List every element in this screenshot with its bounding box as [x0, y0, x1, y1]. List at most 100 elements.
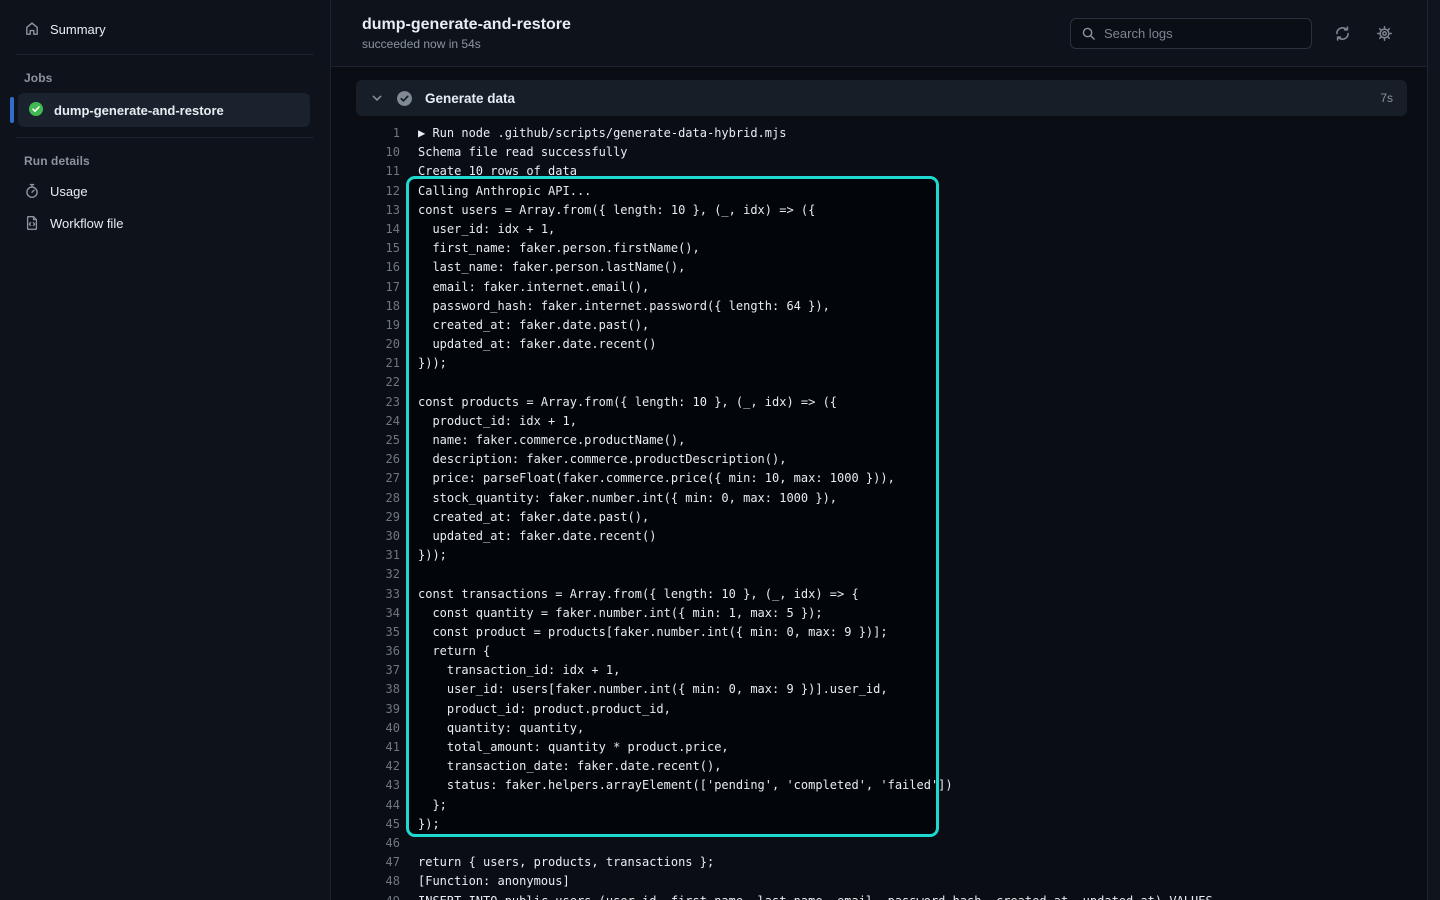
log-line-text: first_name: faker.person.firstName(), [400, 239, 700, 258]
log-line: 33const transactions = Array.from({ leng… [356, 585, 1407, 604]
log-line: 14 user_id: idx + 1, [356, 220, 1407, 239]
log-line-text: updated_at: faker.date.recent() [400, 335, 656, 354]
log-line: 42 transaction_date: faker.date.recent()… [356, 757, 1407, 776]
log-line-number[interactable]: 19 [356, 316, 400, 335]
log-line-number[interactable]: 1 [356, 124, 400, 143]
log-line-number[interactable]: 45 [356, 815, 400, 834]
log-line-text: })); [400, 354, 447, 373]
sidebar-item-workflow-file[interactable]: Workflow file [16, 208, 314, 238]
log-line-number[interactable]: 16 [356, 258, 400, 277]
log-line-number[interactable]: 31 [356, 546, 400, 565]
log-line-text: const users = Array.from({ length: 10 },… [400, 201, 815, 220]
log-line-number[interactable]: 18 [356, 297, 400, 316]
log-line-number[interactable]: 40 [356, 719, 400, 738]
page-title: dump-generate-and-restore [362, 16, 571, 34]
log-line-number[interactable]: 46 [356, 834, 400, 853]
log-line: 18 password_hash: faker.internet.passwor… [356, 297, 1407, 316]
log-line-number[interactable]: 29 [356, 508, 400, 527]
log-line-number[interactable]: 28 [356, 489, 400, 508]
log-line-text [400, 565, 418, 584]
search-icon [1081, 26, 1096, 41]
log-line-number[interactable]: 22 [356, 373, 400, 392]
log-line-text: created_at: faker.date.past(), [400, 316, 649, 335]
sidebar-item-label: Usage [50, 184, 88, 199]
log-line-number[interactable]: 39 [356, 700, 400, 719]
log-line-text: transaction_id: idx + 1, [400, 661, 620, 680]
log-line-number[interactable]: 41 [356, 738, 400, 757]
log-line-number[interactable]: 38 [356, 680, 400, 699]
log-line-number[interactable]: 27 [356, 469, 400, 488]
log-line-number[interactable]: 26 [356, 450, 400, 469]
step-duration: 7s [1380, 91, 1393, 105]
log-line-number[interactable]: 37 [356, 661, 400, 680]
step-name: Generate data [425, 91, 515, 106]
sidebar-item-label: Workflow file [50, 216, 123, 231]
sidebar-item-summary[interactable]: Summary [16, 14, 314, 44]
log-line: 43 status: faker.helpers.arrayElement(['… [356, 776, 1407, 795]
log-line-number[interactable]: 48 [356, 872, 400, 891]
log-line-number[interactable]: 47 [356, 853, 400, 872]
log-line-number[interactable]: 20 [356, 335, 400, 354]
log-line-number[interactable]: 14 [356, 220, 400, 239]
log-line: 24 product_id: idx + 1, [356, 412, 1407, 431]
log-line-number[interactable]: 34 [356, 604, 400, 623]
log-line-text: Calling Anthropic API... [400, 182, 591, 201]
log-line-number[interactable]: 49 [356, 892, 400, 900]
log-line-text: Schema file read successfully [400, 143, 628, 162]
log-line-number[interactable]: 10 [356, 143, 400, 162]
log-line-text: password_hash: faker.internet.password({… [400, 297, 830, 316]
log-line: 37 transaction_id: idx + 1, [356, 661, 1407, 680]
log-line-number[interactable]: 35 [356, 623, 400, 642]
settings-button[interactable] [1372, 21, 1396, 45]
log-line-text: user_id: idx + 1, [400, 220, 555, 239]
selected-accent-bar [10, 97, 14, 123]
log-line-number[interactable]: 33 [356, 585, 400, 604]
scrollbar[interactable] [1427, 0, 1440, 900]
search-logs-box[interactable] [1070, 18, 1312, 49]
log-line-text: updated_at: faker.date.recent() [400, 527, 656, 546]
log-line: 20 updated_at: faker.date.recent() [356, 335, 1407, 354]
log-line-text: description: faker.commerce.productDescr… [400, 450, 786, 469]
log-line: 30 updated_at: faker.date.recent() [356, 527, 1407, 546]
gear-icon [1376, 25, 1393, 42]
log-line-number[interactable]: 21 [356, 354, 400, 373]
refresh-button[interactable] [1330, 21, 1354, 45]
search-input[interactable] [1104, 26, 1301, 41]
log-line-number[interactable]: 30 [356, 527, 400, 546]
log-line-number[interactable]: 15 [356, 239, 400, 258]
job-label: dump-generate-and-restore [54, 103, 224, 118]
log-line-number[interactable]: 44 [356, 796, 400, 815]
log-line-number[interactable]: 25 [356, 431, 400, 450]
log-line-number[interactable]: 17 [356, 278, 400, 297]
log-line: 11Create 10 rows of data [356, 162, 1407, 181]
log-line-number[interactable]: 12 [356, 182, 400, 201]
log-line-number[interactable]: 11 [356, 162, 400, 181]
log-line: 31})); [356, 546, 1407, 565]
chevron-down-icon [370, 91, 384, 105]
log-line-number[interactable]: 23 [356, 393, 400, 412]
sidebar-divider [16, 54, 314, 55]
log-line: 23const products = Array.from({ length: … [356, 393, 1407, 412]
log-line-number[interactable]: 36 [356, 642, 400, 661]
log-line-text: Create 10 rows of data [400, 162, 577, 181]
step-success-check-icon [396, 90, 413, 107]
log-line-text: last_name: faker.person.lastName(), [400, 258, 685, 277]
log-line-number[interactable]: 24 [356, 412, 400, 431]
main-content: dump-generate-and-restore succeeded now … [331, 0, 1440, 900]
sidebar-item-usage[interactable]: Usage [16, 176, 314, 206]
log-line-number[interactable]: 13 [356, 201, 400, 220]
log-line: 36 return { [356, 642, 1407, 661]
log-line-number[interactable]: 42 [356, 757, 400, 776]
step-header-generate-data[interactable]: Generate data 7s [356, 80, 1407, 116]
sidebar: Summary Jobs dump-generate-and-restore R… [0, 0, 331, 900]
log-line-text: product_id: idx + 1, [400, 412, 577, 431]
log-line-text: }; [400, 796, 447, 815]
log-line-text [400, 834, 418, 853]
jobs-section-label: Jobs [0, 65, 330, 91]
log-line: 40 quantity: quantity, [356, 719, 1407, 738]
sidebar-item-job-dump-generate-and-restore[interactable]: dump-generate-and-restore [18, 93, 310, 127]
log-line: 41 total_amount: quantity * product.pric… [356, 738, 1407, 757]
log-line: 45}); [356, 815, 1407, 834]
log-line-number[interactable]: 43 [356, 776, 400, 795]
log-line-number[interactable]: 32 [356, 565, 400, 584]
